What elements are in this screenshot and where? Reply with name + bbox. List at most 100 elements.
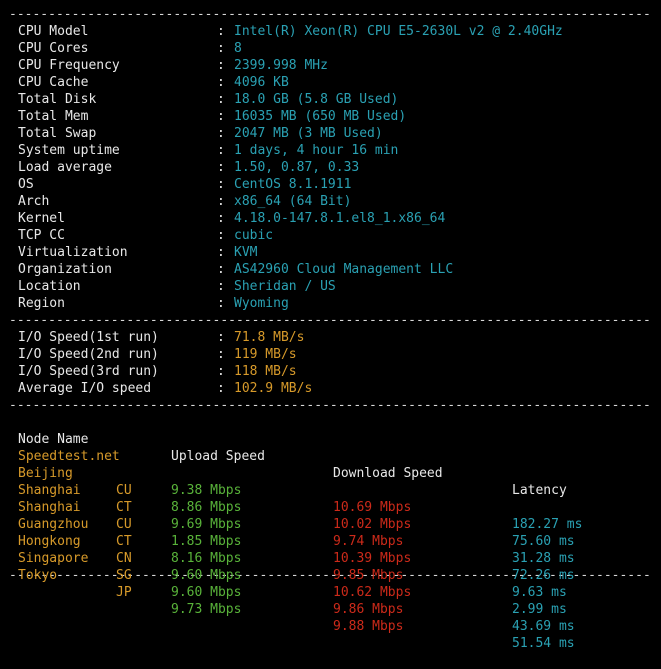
info-row: Load average:1.50, 0.87, 0.33 xyxy=(9,159,654,176)
colon: : xyxy=(217,194,225,209)
info-label: Total Disk xyxy=(18,92,97,107)
speed-row: Hongkong CN 9.60 Mbps 10.62 Mbps 2.99 ms xyxy=(9,516,654,617)
separator-line: ----------------------------------------… xyxy=(9,7,651,22)
info-value: cubic xyxy=(234,228,274,243)
colon: : xyxy=(217,126,225,141)
io-value: 118 MB/s xyxy=(234,364,297,379)
io-row: I/O Speed(1st run):71.8 MB/s xyxy=(9,329,654,346)
info-label: Load average xyxy=(18,160,112,175)
latency: 9.63 ms xyxy=(512,585,567,600)
download-speed: 10.62 Mbps xyxy=(333,585,412,600)
io-label: I/O Speed(2nd run) xyxy=(18,347,159,362)
colon: : xyxy=(217,75,225,90)
info-row: CPU Cores:8 xyxy=(9,40,654,57)
info-label: CPU Cache xyxy=(18,75,89,90)
info-value: 1 days, 4 hour 16 min xyxy=(234,143,399,158)
colon: : xyxy=(217,58,225,73)
info-value: KVM xyxy=(234,245,258,260)
info-label: CPU Frequency xyxy=(18,58,120,73)
node-name: Tokyo xyxy=(18,568,58,583)
info-label: CPU Model xyxy=(18,24,89,39)
io-label: I/O Speed(1st run) xyxy=(18,330,159,345)
latency: 43.69 ms xyxy=(512,619,575,634)
info-value: 4096 KB xyxy=(234,75,289,90)
separator-line: ----------------------------------------… xyxy=(9,398,651,413)
io-label: Average I/O speed xyxy=(18,381,152,396)
download-speed: 9.85 Mbps xyxy=(333,568,404,583)
info-label: Kernel xyxy=(18,211,65,226)
info-label: System uptime xyxy=(18,143,120,158)
info-label: Organization xyxy=(18,262,112,277)
info-value: 16035 MB (650 MB Used) xyxy=(234,109,407,124)
latency: 72.26 ms xyxy=(512,568,575,583)
info-label: Total Swap xyxy=(18,126,97,141)
io-value: 71.8 MB/s xyxy=(234,330,305,345)
colon: : xyxy=(217,160,225,175)
info-value: Sheridan / US xyxy=(234,279,336,294)
node-isp-code: JP xyxy=(116,585,132,600)
info-row: Kernel:4.18.0-147.8.1.el8_1.x86_64 xyxy=(9,210,654,227)
latency: 2.99 ms xyxy=(512,602,567,617)
upload-speed: 9.73 Mbps xyxy=(171,602,242,617)
info-value: 4.18.0-147.8.1.el8_1.x86_64 xyxy=(234,211,446,226)
latency: 51.54 ms xyxy=(512,636,575,651)
info-row: Total Swap:2047 MB (3 MB Used) xyxy=(9,125,654,142)
info-row: Total Mem:16035 MB (650 MB Used) xyxy=(9,108,654,125)
node-isp-code: SG xyxy=(116,568,132,583)
info-label: Location xyxy=(18,279,81,294)
info-row: Organization: AS42960 Cloud Management LL… xyxy=(9,261,654,278)
colon: : xyxy=(217,143,225,158)
speed-row: Singapore SG 9.60 Mbps 9.86 Mbps 43.69 m… xyxy=(9,533,654,634)
info-label: Arch xyxy=(18,194,50,209)
colon: : xyxy=(217,211,225,226)
speed-row: Speedtest.net 9.38 Mbps 10.69 Mbps 182.2… xyxy=(9,431,654,532)
info-value: 2047 MB (3 MB Used) xyxy=(234,126,383,141)
colon: : xyxy=(217,109,225,124)
info-row: TCP CC: cubic xyxy=(9,227,654,244)
info-value: CentOS 8.1.1911 xyxy=(234,177,352,192)
separator-line: ----------------------------------------… xyxy=(9,313,651,328)
upload-speed: 9.60 Mbps xyxy=(171,585,242,600)
info-label: TCP CC xyxy=(18,228,65,243)
io-label: I/O Speed(3rd run) xyxy=(18,364,159,379)
info-value: Intel(R) Xeon(R) CPU E5-2630L v2 @ 2.40G… xyxy=(234,24,563,39)
io-value: 102.9 MB/s xyxy=(234,381,313,396)
info-row: CPU Model: Intel(R) Xeon(R) CPU E5-2630L … xyxy=(9,23,654,40)
info-label: CPU Cores xyxy=(18,41,89,56)
info-label: Total Mem xyxy=(18,109,89,124)
info-row: Region: Wyoming xyxy=(9,295,654,312)
info-value: 8 xyxy=(234,41,242,56)
colon: : xyxy=(217,24,225,39)
speed-row: Beijing CU 8.86 Mbps 10.02 Mbps 75.60 ms xyxy=(9,448,654,549)
colon: : xyxy=(217,92,225,107)
info-value: AS42960 Cloud Management LLC xyxy=(234,262,454,277)
info-label: Virtualization xyxy=(18,245,128,260)
info-value: x86_64 (64 Bit) xyxy=(234,194,352,209)
upload-speed: 9.60 Mbps xyxy=(171,568,242,583)
info-row: Arch: x86_64 (64 Bit) xyxy=(9,193,654,210)
colon: : xyxy=(217,228,225,243)
info-row: Location: Sheridan / US xyxy=(9,278,654,295)
info-row: CPU Cache:4096 KB xyxy=(9,74,654,91)
io-row: I/O Speed(3rd run):118 MB/s xyxy=(9,363,654,380)
info-row: CPU Frequency:2399.998 MHz xyxy=(9,57,654,74)
io-row: Average I/O speed:102.9 MB/s xyxy=(9,380,654,397)
colon: : xyxy=(217,262,225,277)
terminal-output: ----------------------------------------… xyxy=(9,6,654,651)
info-row: System uptime:1 days, 4 hour 16 min xyxy=(9,142,654,159)
colon: : xyxy=(217,364,225,379)
io-value: 119 MB/s xyxy=(234,347,297,362)
info-label: Region xyxy=(18,296,65,311)
info-value: 2399.998 MHz xyxy=(234,58,328,73)
speed-row: Shanghai CT 9.69 Mbps 9.74 Mbps 31.28 ms xyxy=(9,465,654,566)
info-value: 18.0 GB (5.8 GB Used) xyxy=(234,92,399,107)
info-value: Wyoming xyxy=(234,296,289,311)
info-label: OS xyxy=(18,177,34,192)
colon: : xyxy=(217,347,225,362)
download-speed: 9.88 Mbps xyxy=(333,619,404,634)
info-value: 1.50, 0.87, 0.33 xyxy=(234,160,360,175)
info-row: Total Disk:18.0 GB (5.8 GB Used) xyxy=(9,91,654,108)
colon: : xyxy=(217,41,225,56)
speed-table-header: Node Name Upload Speed Download Speed La… xyxy=(9,414,654,498)
info-row: Virtualization: KVM xyxy=(9,244,654,261)
